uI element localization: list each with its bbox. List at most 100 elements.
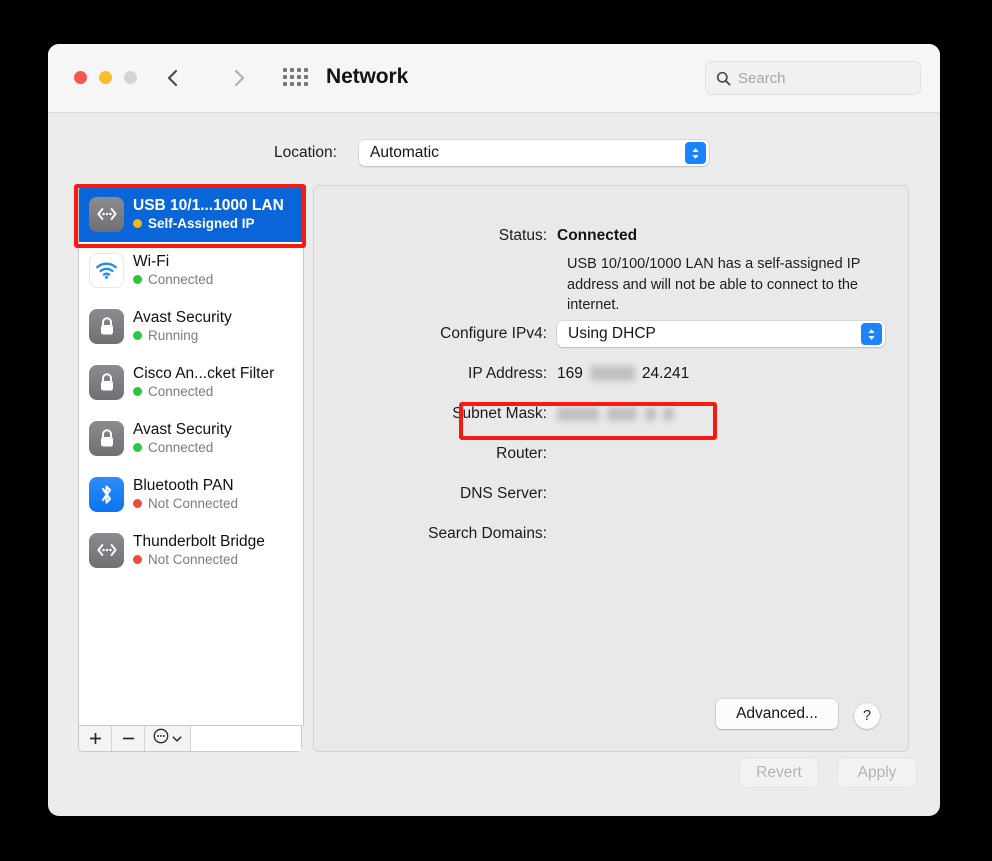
close-window-button[interactable] [74, 71, 87, 84]
sidebar-item-text: Wi-Fi Connected [133, 252, 213, 289]
ip-address-row: IP Address: 169 24.241 [314, 365, 908, 383]
sidebar-item-status: Self-Assigned IP [133, 215, 284, 233]
status-row: Status: Connected [314, 227, 908, 245]
status-dot-icon [133, 275, 142, 284]
sidebar-item-name: Cisco An...cket Filter [133, 364, 275, 382]
sidebar-item-status: Not Connected [133, 551, 265, 569]
lock-icon [89, 364, 124, 400]
ip-address-prefix: 169 [557, 365, 583, 382]
lock-icon [89, 420, 124, 456]
sidebar-item-text: USB 10/1...1000 LAN Self-Assigned IP [133, 196, 284, 233]
subnet-mask-label: Subnet Mask: [452, 405, 547, 422]
search-domains-label: Search Domains: [428, 525, 547, 542]
status-dot-icon [133, 331, 142, 340]
sidebar-item-usb-lan[interactable]: USB 10/1...1000 LAN Self-Assigned IP [79, 186, 303, 242]
ethernet-icon [89, 196, 124, 232]
status-dot-icon [133, 387, 142, 396]
sidebar-item-thunderbolt-bridge[interactable]: Thunderbolt Bridge Not Connected [79, 522, 303, 578]
sidebar-item-status-label: Connected [148, 383, 214, 399]
sidebar-item-cisco-packet-filter[interactable]: Cisco An...cket Filter Connected [79, 354, 303, 410]
sidebar-item-status: Connected [133, 271, 213, 289]
ellipsis-circle-icon [153, 728, 169, 749]
minimize-window-button[interactable] [99, 71, 112, 84]
network-detail-panel: Status: Connected USB 10/100/1000 LAN ha… [313, 185, 909, 752]
remove-service-button[interactable] [112, 726, 145, 751]
sidebar-item-status-label: Not Connected [148, 495, 239, 511]
configure-ipv4-label: Configure IPv4: [440, 325, 547, 342]
router-row: Router: [314, 445, 908, 463]
bluetooth-icon [89, 476, 124, 512]
router-label: Router: [496, 445, 547, 462]
toolbar-filler [191, 726, 301, 751]
sidebar-item-avast-security-connected[interactable]: Avast Security Connected [79, 410, 303, 466]
subnet-mask-row: Subnet Mask: [314, 405, 908, 423]
status-label: Status: [498, 227, 547, 244]
sidebar-item-status: Running [133, 327, 232, 345]
sidebar-item-text: Cisco An...cket Filter Connected [133, 364, 274, 401]
sidebar-item-text: Avast Security Running [133, 308, 232, 345]
status-dot-icon [133, 555, 142, 564]
sidebar-item-status-label: Not Connected [148, 551, 239, 567]
network-list-toolbar [78, 725, 302, 752]
zoom-window-button[interactable] [124, 71, 137, 84]
revert-button[interactable]: Revert [740, 758, 818, 787]
network-preferences-window: Network Location: Automatic [48, 44, 940, 816]
wifi-icon [89, 252, 124, 288]
sidebar-item-text: Bluetooth PAN Not Connected [133, 476, 238, 513]
ip-address-suffix: 24.241 [641, 365, 690, 382]
subnet-mask-redaction [607, 406, 637, 421]
location-stepper-icon[interactable] [685, 142, 706, 164]
status-dot-icon [133, 219, 142, 228]
sidebar-item-wifi[interactable]: Wi-Fi Connected [79, 242, 303, 298]
configure-ipv4-row: Configure IPv4: Using DHCP [314, 321, 908, 347]
subnet-mask-redaction [557, 406, 599, 421]
search-input[interactable] [738, 69, 898, 87]
apply-button[interactable]: Apply [838, 758, 916, 787]
dns-server-row: DNS Server: [314, 485, 908, 503]
sidebar-item-avast-security-running[interactable]: Avast Security Running [79, 298, 303, 354]
search-domains-row: Search Domains: [314, 525, 908, 543]
configure-ipv4-selected-value: Using DHCP [568, 325, 656, 342]
forward-button[interactable] [226, 64, 252, 92]
location-select[interactable]: Automatic [359, 140, 709, 166]
ip-address-redaction [589, 366, 635, 382]
grid-apps-icon[interactable] [283, 68, 309, 90]
configure-ipv4-select[interactable]: Using DHCP [557, 321, 885, 347]
subnet-mask-redaction [663, 406, 674, 421]
page-title: Network [326, 65, 409, 88]
sidebar-item-name: Thunderbolt Bridge [133, 532, 265, 550]
sidebar-item-name: Bluetooth PAN [133, 476, 234, 494]
window-titlebar: Network [48, 44, 940, 113]
subnet-mask-value [557, 405, 674, 423]
sidebar-item-status-label: Connected [148, 271, 214, 287]
advanced-button[interactable]: Advanced... [716, 699, 838, 729]
status-value: Connected [557, 227, 638, 244]
lock-icon [89, 308, 124, 344]
sidebar-item-text: Thunderbolt Bridge Not Connected [133, 532, 265, 569]
sidebar-item-name: Avast Security [133, 308, 232, 326]
configure-ipv4-stepper-icon[interactable] [861, 323, 882, 345]
subnet-mask-redaction [645, 406, 656, 421]
sidebar-item-status-label: Connected [148, 439, 214, 455]
status-dot-icon [133, 443, 142, 452]
status-dot-icon [133, 499, 142, 508]
ethernet-icon [89, 532, 124, 568]
dns-server-label: DNS Server: [460, 485, 547, 502]
location-label: Location: [274, 144, 337, 161]
network-services-list[interactable]: USB 10/1...1000 LAN Self-Assigned IP Wi-… [78, 185, 304, 726]
service-actions-button[interactable] [145, 726, 191, 751]
chevron-down-icon [172, 735, 182, 743]
sidebar-item-status: Connected [133, 383, 274, 401]
sidebar-item-bluetooth-pan[interactable]: Bluetooth PAN Not Connected [79, 466, 303, 522]
add-service-button[interactable] [79, 726, 112, 751]
search-field[interactable] [705, 61, 921, 95]
search-icon [716, 71, 731, 86]
help-button[interactable]: ? [854, 703, 880, 729]
back-button[interactable] [160, 64, 186, 92]
sidebar-item-status: Not Connected [133, 495, 238, 513]
sidebar-item-name: Avast Security [133, 420, 232, 438]
ip-address-value: 169 24.241 [557, 365, 689, 383]
sidebar-item-name: Wi-Fi [133, 252, 170, 270]
location-selected-value: Automatic [370, 144, 439, 161]
location-row: Location: Automatic [48, 136, 940, 170]
